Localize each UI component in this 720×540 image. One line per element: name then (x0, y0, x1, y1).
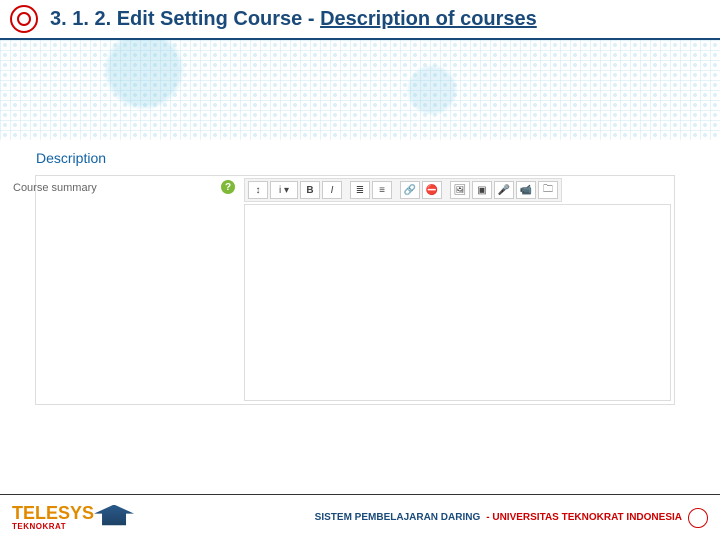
institution-name: - UNIVERSITAS TEKNOKRAT INDONESIA (486, 512, 682, 523)
graduation-cap-icon (94, 505, 134, 531)
slide-footer: TELESYS TEKNOKRAT SISTEM PEMBELAJARAN DA… (0, 494, 720, 540)
description-editor-panel: Description Course summary ? ↕ i ▾ B I ≣… (35, 175, 675, 405)
manage-files-button[interactable]: 🗀 (538, 181, 558, 199)
italic-button[interactable]: I (322, 181, 342, 199)
help-icon[interactable]: ? (221, 180, 235, 194)
slide-title: 3. 1. 2. Edit Setting Course - Descripti… (50, 8, 537, 31)
section-heading: Description (36, 150, 106, 166)
footer-brand: TELESYS TEKNOKRAT (12, 504, 134, 531)
brand-main: TELESYS (12, 504, 94, 522)
collapse-icon[interactable]: ↕ (248, 181, 268, 199)
system-name: SISTEM PEMBELAJARAN DARING (315, 512, 481, 523)
footer-logo-icon (688, 508, 708, 528)
decorative-pixel-bg (0, 40, 720, 140)
title-prefix: 3. 1. 2. Edit Setting Course - (50, 8, 320, 30)
field-label: Course summary (13, 182, 97, 194)
link-button[interactable]: 🔗 (400, 181, 420, 199)
course-summary-editor[interactable] (244, 204, 671, 401)
bold-button[interactable]: B (300, 181, 320, 199)
editor-toolbar: ↕ i ▾ B I ≣ ≡ 🔗 ⛔ 🖼 ▣ 🎤 📹 🗀 (244, 178, 562, 202)
institution-logo-icon (10, 5, 38, 33)
number-list-button[interactable]: ≡ (372, 181, 392, 199)
media-button[interactable]: ▣ (472, 181, 492, 199)
record-audio-button[interactable]: 🎤 (494, 181, 514, 199)
record-video-button[interactable]: 📹 (516, 181, 536, 199)
unlink-button[interactable]: ⛔ (422, 181, 442, 199)
slide-header: 3. 1. 2. Edit Setting Course - Descripti… (0, 0, 720, 40)
image-button[interactable]: 🖼 (450, 181, 470, 199)
footer-text: SISTEM PEMBELAJARAN DARING - UNIVERSITAS… (315, 508, 708, 528)
bullet-list-button[interactable]: ≣ (350, 181, 370, 199)
styles-dropdown[interactable]: i ▾ (270, 181, 298, 199)
brand-sub: TEKNOKRAT (12, 522, 94, 531)
title-highlight: Description of courses (320, 8, 537, 30)
